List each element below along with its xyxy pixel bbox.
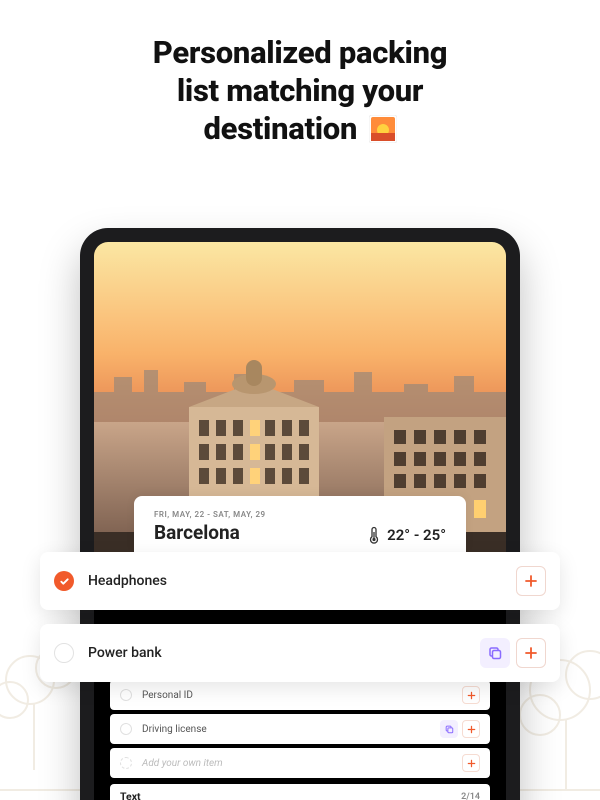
destination-temperature: 22° - 25° — [367, 526, 446, 544]
packing-item-headphones[interactable]: Headphones — [40, 552, 560, 610]
checkbox-placeholder-icon — [120, 757, 132, 769]
copy-button[interactable] — [440, 720, 458, 738]
headline-line2: list matching your — [177, 72, 423, 109]
copy-button[interactable] — [480, 638, 510, 668]
checkbox-unchecked-icon[interactable] — [54, 643, 74, 663]
packing-item-label: Headphones — [88, 573, 510, 589]
destination-dates: FRI, MAY, 22 - SAT, MAY, 29 — [154, 510, 266, 519]
section-header[interactable]: Text 2/14 — [110, 784, 490, 800]
destination-card: FRI, MAY, 22 - SAT, MAY, 29 Barcelona 22… — [134, 496, 466, 552]
sunset-icon — [369, 114, 397, 142]
checkbox-unchecked-icon[interactable] — [120, 723, 132, 735]
thermometer-icon — [367, 526, 381, 544]
packing-item-power-bank[interactable]: Power bank — [40, 624, 560, 682]
inner-list: Personal ID Driving license Add your own… — [110, 680, 490, 800]
section-count: 2/14 — [461, 792, 480, 800]
temperature-value: 22° - 25° — [387, 526, 446, 544]
headline-line1: Personalized packing — [153, 34, 447, 71]
floating-cards: Headphones Power bank — [40, 552, 560, 696]
headline: Personalized packing list matching your … — [0, 0, 600, 147]
packing-item-label: Power bank — [88, 645, 474, 661]
add-button[interactable] — [516, 638, 546, 668]
add-button[interactable] — [462, 720, 480, 738]
headline-line3: destination — [203, 110, 357, 147]
checkbox-checked-icon[interactable] — [54, 571, 74, 591]
list-item[interactable]: Driving license — [110, 714, 490, 744]
section-name: Text — [120, 790, 141, 800]
add-button[interactable] — [516, 566, 546, 596]
destination-city: Barcelona — [154, 521, 266, 544]
add-button[interactable] — [462, 754, 480, 772]
add-item-placeholder: Add your own item — [142, 758, 458, 769]
add-own-item-row[interactable]: Add your own item — [110, 748, 490, 778]
list-item-label: Driving license — [142, 724, 436, 735]
